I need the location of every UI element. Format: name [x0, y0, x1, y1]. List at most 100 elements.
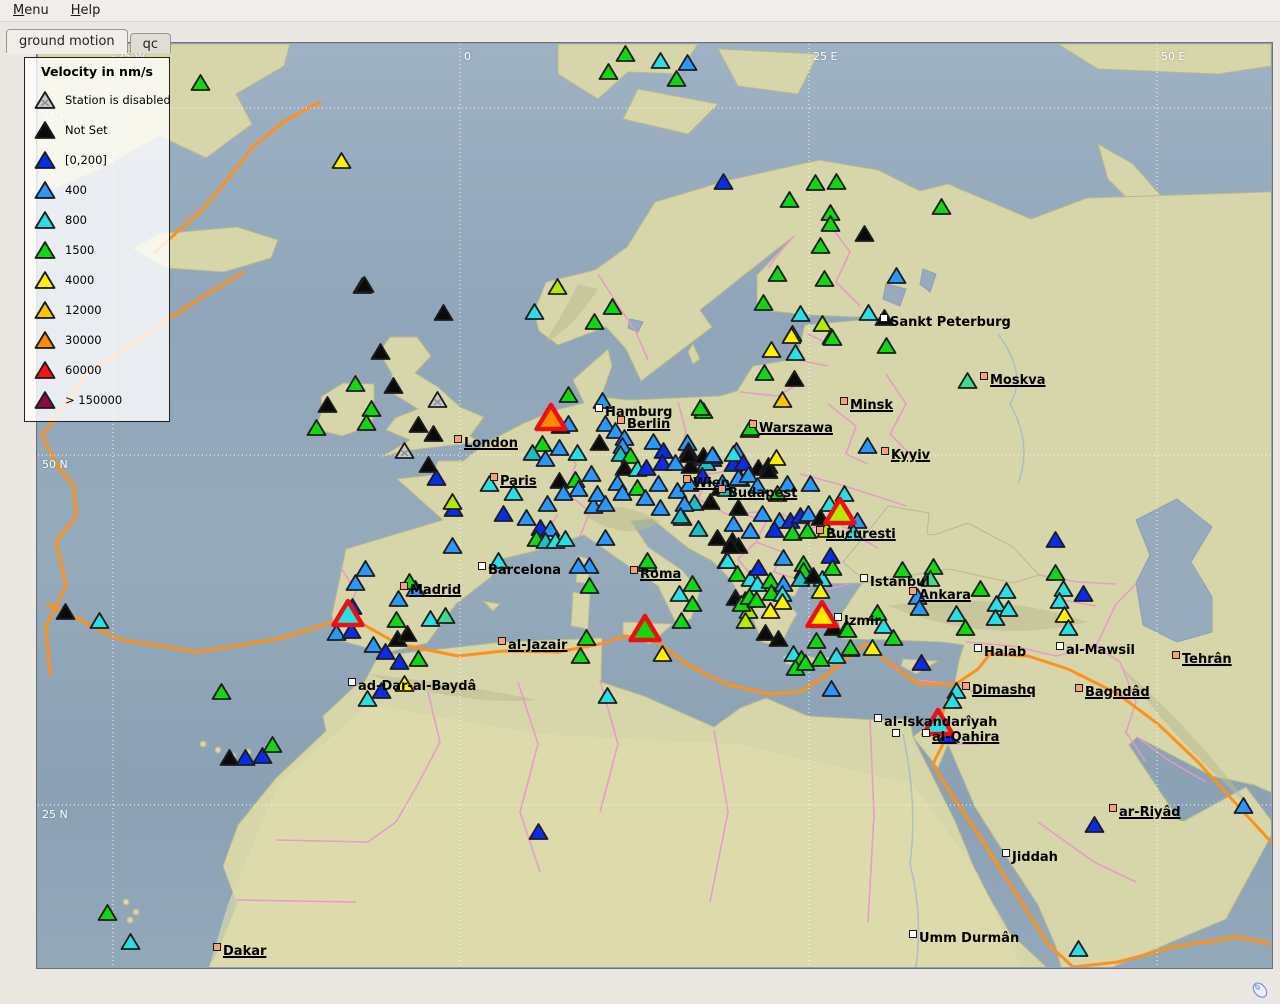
station-marker[interactable]: [862, 638, 883, 657]
station-alert-marker[interactable]: [331, 598, 365, 628]
station-marker[interactable]: [1084, 815, 1105, 834]
station-marker[interactable]: [442, 492, 463, 511]
station-marker[interactable]: [822, 328, 843, 347]
station-marker[interactable]: [650, 498, 671, 517]
station-marker[interactable]: [317, 395, 338, 414]
station-marker[interactable]: [713, 172, 734, 191]
station-marker[interactable]: [547, 277, 568, 296]
station-marker[interactable]: [820, 214, 841, 233]
station-marker[interactable]: [427, 390, 448, 409]
station-marker[interactable]: [537, 494, 558, 513]
station-marker[interactable]: [735, 611, 756, 630]
station-marker[interactable]: [602, 297, 623, 316]
station-alert-marker[interactable]: [823, 496, 857, 526]
station-marker[interactable]: [528, 822, 549, 841]
station-marker[interactable]: [356, 413, 377, 432]
station-marker[interactable]: [567, 443, 588, 462]
station-marker[interactable]: [772, 390, 793, 409]
station-marker[interactable]: [190, 73, 211, 92]
station-marker[interactable]: [784, 369, 805, 388]
station-marker[interactable]: [648, 474, 669, 493]
station-marker[interactable]: [671, 611, 692, 630]
station-marker[interactable]: [595, 494, 616, 513]
station-marker[interactable]: [524, 302, 545, 321]
station-marker[interactable]: [383, 376, 404, 395]
station-marker[interactable]: [433, 303, 454, 322]
station-marker[interactable]: [576, 628, 597, 647]
station-marker[interactable]: [1068, 939, 1089, 958]
station-marker[interactable]: [589, 433, 610, 452]
station-marker[interactable]: [598, 62, 619, 81]
station-marker[interactable]: [767, 264, 788, 283]
station-marker[interactable]: [306, 418, 327, 437]
station-marker[interactable]: [911, 653, 932, 672]
station-marker[interactable]: [931, 197, 952, 216]
station-marker[interactable]: [493, 504, 514, 523]
station-marker[interactable]: [779, 190, 800, 209]
station-marker[interactable]: [120, 932, 141, 951]
station-marker[interactable]: [555, 529, 576, 548]
station-marker[interactable]: [746, 590, 767, 609]
station-marker[interactable]: [688, 519, 709, 538]
station-marker[interactable]: [394, 441, 415, 460]
station-marker[interactable]: [345, 573, 366, 592]
station-marker[interactable]: [682, 574, 703, 593]
station-marker[interactable]: [720, 536, 741, 555]
station-marker[interactable]: [785, 343, 806, 362]
station-marker[interactable]: [805, 173, 826, 192]
station-marker[interactable]: [408, 649, 429, 668]
station-alert-marker[interactable]: [628, 613, 662, 643]
station-marker[interactable]: [1073, 584, 1094, 603]
station-marker[interactable]: [761, 340, 782, 359]
station-marker[interactable]: [814, 269, 835, 288]
station-marker[interactable]: [773, 548, 794, 567]
station-marker[interactable]: [790, 304, 811, 323]
station-marker[interactable]: [857, 436, 878, 455]
station-marker[interactable]: [690, 398, 711, 417]
station-alert-marker[interactable]: [534, 402, 568, 432]
station-marker[interactable]: [89, 611, 110, 630]
station-marker[interactable]: [998, 599, 1019, 618]
station-marker[interactable]: [883, 628, 904, 647]
station-marker[interactable]: [435, 606, 456, 625]
station-marker[interactable]: [821, 679, 842, 698]
station-marker[interactable]: [388, 589, 409, 608]
station-marker[interactable]: [1233, 796, 1254, 815]
station-marker[interactable]: [702, 445, 723, 464]
station-marker[interactable]: [810, 236, 831, 255]
station-marker[interactable]: [262, 735, 283, 754]
station-marker[interactable]: [826, 172, 847, 191]
station-marker[interactable]: [1045, 530, 1066, 549]
station-marker[interactable]: [579, 576, 600, 595]
station-marker[interactable]: [570, 646, 591, 665]
menu-item-menu[interactable]: Menu: [4, 1, 58, 20]
station-marker[interactable]: [670, 506, 691, 525]
station-marker[interactable]: [652, 644, 673, 663]
station-marker[interactable]: [1058, 618, 1079, 637]
station-marker[interactable]: [803, 566, 824, 585]
station-marker[interactable]: [650, 51, 671, 70]
station-marker[interactable]: [568, 556, 589, 575]
station-marker[interactable]: [753, 293, 774, 312]
station-marker[interactable]: [754, 363, 775, 382]
station-marker[interactable]: [397, 624, 418, 643]
station-marker[interactable]: [781, 326, 802, 345]
station-marker[interactable]: [345, 374, 366, 393]
station-marker[interactable]: [886, 266, 907, 285]
station-marker[interactable]: [957, 371, 978, 390]
station-marker[interactable]: [389, 652, 410, 671]
station-marker[interactable]: [854, 224, 875, 243]
tab-ground-motion[interactable]: ground motion: [6, 29, 128, 53]
station-marker[interactable]: [800, 474, 821, 493]
station-marker[interactable]: [615, 44, 636, 63]
station-marker[interactable]: [840, 638, 861, 657]
station-marker[interactable]: [666, 69, 687, 88]
tab-qc[interactable]: qc: [130, 33, 171, 53]
station-marker[interactable]: [876, 336, 897, 355]
station-marker[interactable]: [822, 558, 843, 577]
station-marker[interactable]: [595, 528, 616, 547]
station-marker[interactable]: [597, 686, 618, 705]
station-marker[interactable]: [211, 682, 232, 701]
station-marker[interactable]: [97, 903, 118, 922]
map-canvas[interactable]: 25 W025 E50 E75 N50 N25 N London Hamburg…: [38, 44, 1271, 967]
